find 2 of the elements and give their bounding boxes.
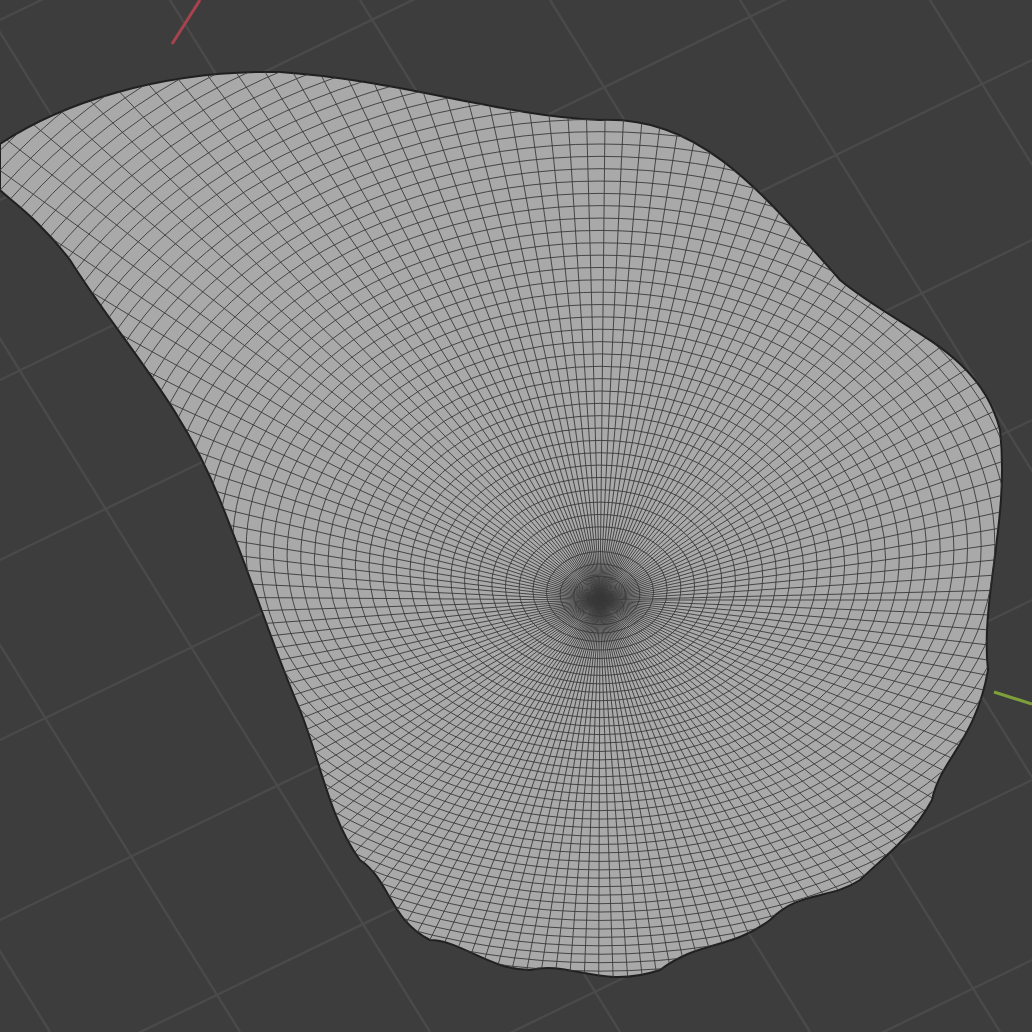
y-axis-line <box>993 690 1032 706</box>
x-axis-line <box>170 0 202 45</box>
